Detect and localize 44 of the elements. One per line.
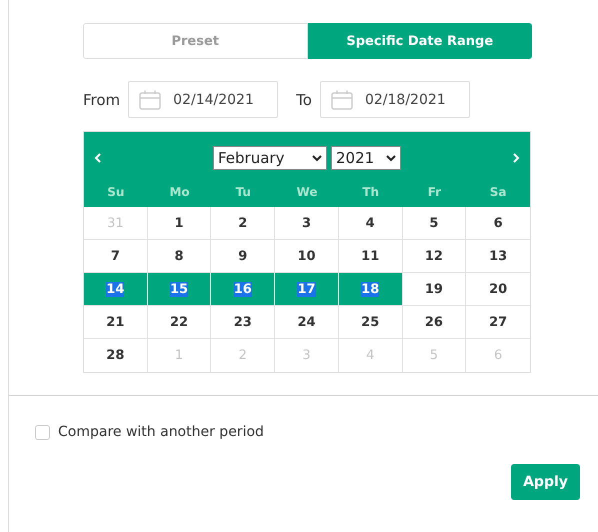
from-date-field[interactable]: 02/14/2021 xyxy=(128,81,278,118)
weekday-label: We xyxy=(296,185,318,199)
weekday-label: Mo xyxy=(168,185,191,199)
previous-month-icon[interactable] xyxy=(94,153,102,163)
caret-icon xyxy=(386,153,396,163)
next-month-icon[interactable] xyxy=(512,153,520,163)
calendar-icon xyxy=(139,90,162,110)
day-cell[interactable]: 9 xyxy=(211,240,276,273)
day-cell[interactable]: 4 xyxy=(338,207,403,240)
day-cell[interactable]: 19 xyxy=(402,273,466,306)
day-cell[interactable]: 21 xyxy=(84,306,148,339)
day-cell[interactable]: 16 xyxy=(211,273,276,306)
caret-icon xyxy=(312,153,322,163)
day-cell[interactable]: 17 xyxy=(275,273,339,306)
day-cell[interactable]: 25 xyxy=(338,306,403,339)
weekday-label: Sa xyxy=(488,185,508,199)
weekday-label: Su xyxy=(106,185,126,199)
day-cell[interactable]: 1 xyxy=(148,207,212,240)
day-cell[interactable]: 26 xyxy=(402,306,466,339)
day-cell[interactable]: 23 xyxy=(211,306,276,339)
day-cell[interactable]: 2 xyxy=(211,207,276,240)
day-cell[interactable]: 10 xyxy=(275,240,339,273)
weekday-label: Th xyxy=(361,185,380,199)
to-label: To xyxy=(296,90,312,108)
month-select[interactable]: February xyxy=(213,146,327,170)
calendar-icon xyxy=(330,90,353,110)
day-cell[interactable]: 8 xyxy=(148,240,212,273)
day-cell[interactable]: 22 xyxy=(148,306,212,339)
compare-label: Compare with another period xyxy=(58,424,264,440)
day-cell[interactable]: 18 xyxy=(338,273,403,306)
weekday-label: Tu xyxy=(234,185,252,199)
day-cell[interactable]: 5 xyxy=(402,207,466,240)
day-cell[interactable]: 14 xyxy=(84,273,148,306)
checkbox[interactable] xyxy=(35,424,50,440)
day-cell[interactable]: 11 xyxy=(338,240,403,273)
year-select[interactable]: 2021 xyxy=(331,146,401,170)
day-cell[interactable]: 3 xyxy=(275,207,339,240)
day-cell[interactable]: 24 xyxy=(275,306,339,339)
weekday-label: Fr xyxy=(426,185,442,199)
day-cell[interactable]: 15 xyxy=(148,273,212,306)
from-label: From xyxy=(83,90,120,108)
day-cell[interactable]: 12 xyxy=(402,240,466,273)
to-date-field[interactable]: 02/18/2021 xyxy=(320,81,470,118)
day-cell[interactable]: 7 xyxy=(84,240,148,273)
